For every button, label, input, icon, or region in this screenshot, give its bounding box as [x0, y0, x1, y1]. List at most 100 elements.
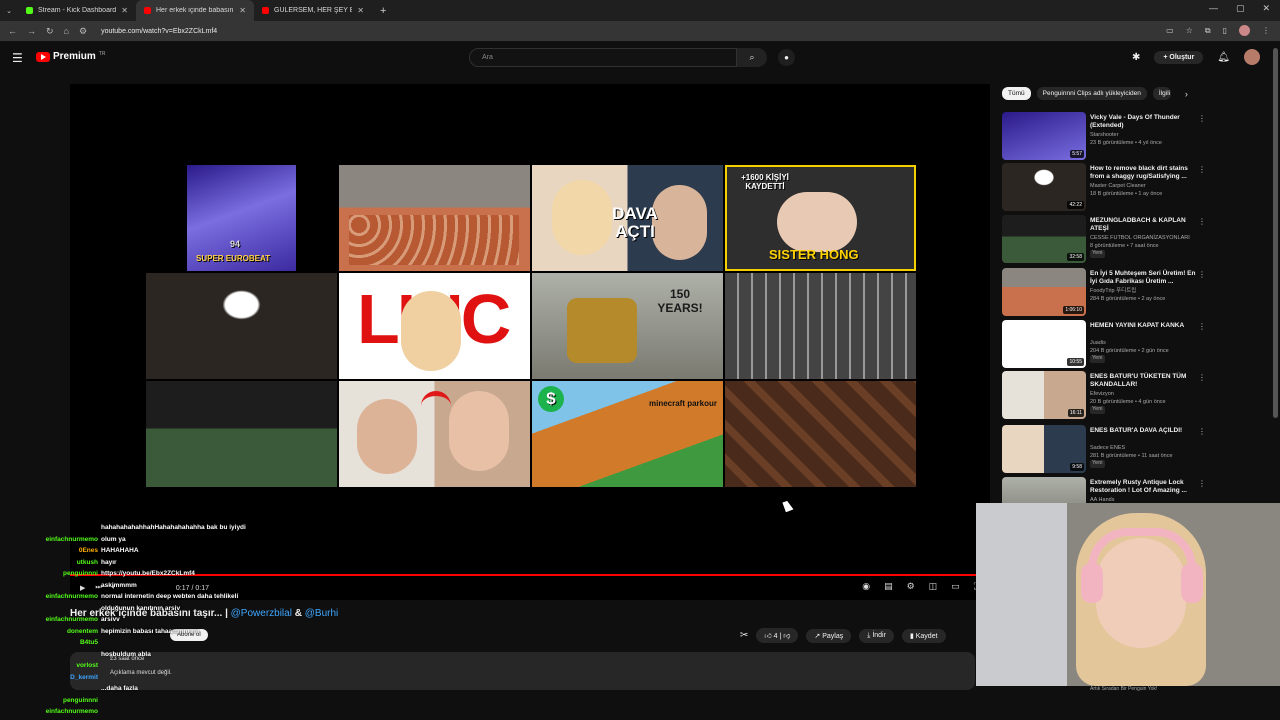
reco-item[interactable]: 16:11 ENES BATUR'U TÜKETEN TÜM SKANDALLAR… [1002, 371, 1212, 421]
reco-thumbnail[interactable]: 32:58 [1002, 215, 1086, 263]
share-button[interactable]: ↗ Paylaş [806, 628, 852, 643]
chat-username[interactable] [20, 580, 101, 592]
reload-icon[interactable]: ↻ [46, 26, 54, 37]
forward-icon[interactable]: → [27, 26, 36, 36]
more-options-icon[interactable]: ⋮ [1198, 217, 1206, 226]
search-input[interactable]: Ara [469, 48, 737, 67]
home-icon[interactable]: ⌂ [64, 26, 69, 36]
chat-username[interactable]: B4tu5 [20, 637, 101, 649]
menu-icon[interactable]: ⋮ [1262, 26, 1270, 35]
more-options-icon[interactable]: ⋮ [1198, 479, 1206, 488]
cast-icon[interactable]: ▭ [1166, 26, 1174, 35]
reco-item[interactable]: 42:22 How to remove black dirt stains fro… [1002, 163, 1212, 213]
thumbs-down-icon[interactable]: 👎︎ [783, 633, 790, 640]
tab-youtube-active[interactable]: Her erkek içinde babasını taşır... ✕ [136, 0, 254, 21]
chat-username[interactable]: vorlost [20, 660, 101, 672]
create-button[interactable]: + Oluştur [1154, 50, 1204, 64]
hamburger-menu-icon[interactable]: ☰ [12, 51, 23, 65]
scrollbar[interactable] [1273, 48, 1278, 418]
chat-username[interactable] [20, 683, 101, 695]
more-options-icon[interactable]: ⋮ [1198, 427, 1206, 436]
reco-thumbnail[interactable]: 16:11 [1002, 371, 1086, 419]
chat-username[interactable]: penguinnni [20, 695, 101, 707]
chat-username[interactable] [20, 649, 101, 661]
reco-title[interactable]: MEZUNGLADBACH & KAPLAN ATEŞİ [1090, 217, 1198, 233]
reco-item[interactable]: 32:58 MEZUNGLADBACH & KAPLAN ATEŞİ CESSE F… [1002, 215, 1212, 265]
autoplay-toggle-icon[interactable]: ◉ [862, 581, 870, 592]
chat-username[interactable]: utkush [20, 557, 101, 569]
url-field[interactable]: youtube.com/watch?v=Ebx2ZCkLmf4 [101, 28, 217, 35]
more-options-icon[interactable]: ⋮ [1198, 114, 1206, 123]
close-icon[interactable]: ✕ [357, 6, 364, 15]
reco-thumbnail[interactable]: 1:06:10 [1002, 268, 1086, 316]
more-options-icon[interactable]: ⋮ [1198, 270, 1206, 279]
reco-channel[interactable]: Master Carpet Cleaner [1090, 183, 1162, 191]
reco-title[interactable]: En İyi 5 Muhteşem Seri Üretim! En İyi Gı… [1090, 270, 1198, 286]
clip-icon[interactable]: ✂ [740, 630, 748, 641]
back-icon[interactable]: ← [8, 26, 17, 36]
subtitles-icon[interactable]: ▤ [884, 581, 893, 592]
chat-username[interactable]: 0Enes [20, 545, 101, 557]
more-options-icon[interactable]: ⋮ [1198, 322, 1206, 331]
reco-title[interactable]: ENES BATUR'U TÜKETEN TÜM SKANDALLAR! [1090, 373, 1198, 389]
reco-title[interactable]: How to remove black dirt stains from a s… [1090, 165, 1198, 181]
site-info-icon[interactable]: ⚙ [79, 26, 87, 37]
chevron-right-icon[interactable]: › [1185, 89, 1188, 99]
chat-username[interactable]: einfachnurmemo [20, 591, 101, 603]
reco-channel[interactable]: Sadece ENES [1090, 445, 1173, 453]
chat-username[interactable]: penguinnni [20, 568, 101, 580]
tab-kick[interactable]: Stream - Kick Dashboard ✕ [18, 0, 136, 21]
download-button[interactable]: ⤓ İndir [859, 628, 894, 643]
profile-avatar[interactable] [1239, 25, 1250, 36]
reco-title[interactable]: Extremely Rusty Antique Lock Restoration… [1090, 479, 1198, 495]
more-options-icon[interactable]: ⋮ [1198, 373, 1206, 382]
settings-gear-icon[interactable]: ⚙ [907, 581, 915, 592]
more-options-icon[interactable]: ⋮ [1198, 165, 1206, 174]
reco-channel[interactable]: FoodyTrip 푸디트립 [1090, 288, 1165, 296]
minimize-icon[interactable]: — [1209, 3, 1218, 14]
tab-search-icon[interactable]: ⌄ [0, 7, 18, 15]
chat-username[interactable]: donentem [20, 626, 101, 638]
chat-username[interactable]: einfachnurmemo [20, 706, 101, 718]
chat-username[interactable] [20, 522, 101, 534]
like-button[interactable]: 👍︎ 4 | 👎︎ [756, 628, 799, 643]
chip-all[interactable]: Tümü [1002, 87, 1031, 100]
reco-item[interactable]: 1:06:10 En İyi 5 Muhteşem Seri Üretim! En… [1002, 268, 1212, 318]
extension-puzzle-icon[interactable]: ✱ [1132, 52, 1140, 63]
chat-username[interactable] [20, 603, 101, 615]
reco-thumbnail[interactable]: 9:58 [1002, 425, 1086, 473]
save-button[interactable]: ▮ Kaydet [901, 628, 946, 643]
reco-title[interactable]: HEMEN YAYINI KAPAT KANKA [1090, 322, 1198, 330]
chat-username[interactable]: einfachnurmemo [20, 534, 101, 546]
voice-search-button[interactable]: ● [778, 49, 795, 66]
reco-title[interactable]: ENES BATUR'A DAVA AÇILDI! [1090, 427, 1198, 435]
chip-related[interactable]: İlgili [1152, 87, 1171, 100]
close-window-icon[interactable]: ✕ [1262, 3, 1270, 14]
reco-item[interactable]: 10:55 HEMEN YAYINI KAPAT KANKA Juadis 204 B… [1002, 320, 1212, 370]
account-avatar[interactable] [1244, 49, 1260, 65]
miniplayer-icon[interactable]: ◫ [929, 581, 938, 592]
sidepanel-icon[interactable]: ▯ [1223, 26, 1227, 35]
notifications-bell-icon[interactable]: 🔔︎ [1217, 52, 1230, 63]
chip-uploader[interactable]: Penguinnni Clips adlı yükleyiciden [1036, 87, 1147, 100]
reco-channel[interactable]: Efevizyon [1090, 391, 1166, 399]
reco-channel[interactable]: Juadis [1090, 340, 1169, 348]
maximize-icon[interactable]: ▢ [1236, 3, 1245, 14]
reco-title[interactable]: Vicky Vale - Days Of Thunder (Extended) [1090, 114, 1198, 130]
youtube-premium-logo[interactable]: Premium TR [36, 51, 105, 62]
chat-username[interactable]: D_kermit [20, 672, 101, 684]
tab-youtube-2[interactable]: GÜLERSEM, HER ŞEY BİTER!! (1... ✕ [254, 0, 372, 21]
reco-item[interactable]: 5:57 Vicky Vale - Days Of Thunder (Extend… [1002, 112, 1212, 162]
new-tab-icon[interactable]: + [372, 5, 394, 17]
search-button[interactable]: ⌕ [737, 48, 767, 67]
reco-thumbnail[interactable]: 42:22 [1002, 163, 1086, 211]
bookmark-star-icon[interactable]: ☆ [1186, 26, 1193, 35]
chat-username[interactable]: einfachnurmemo [20, 614, 101, 626]
extensions-icon[interactable]: ⧉ [1205, 26, 1211, 36]
reco-channel[interactable]: CESSE FUTBOL ORGANİZASYONLARI [1090, 235, 1190, 243]
theater-mode-icon[interactable]: ▭ [951, 581, 960, 592]
reco-channel[interactable]: Starshooter [1090, 132, 1162, 140]
reco-thumbnail[interactable]: 5:57 [1002, 112, 1086, 160]
close-icon[interactable]: ✕ [121, 6, 128, 15]
reco-thumbnail[interactable]: 10:55 [1002, 320, 1086, 368]
